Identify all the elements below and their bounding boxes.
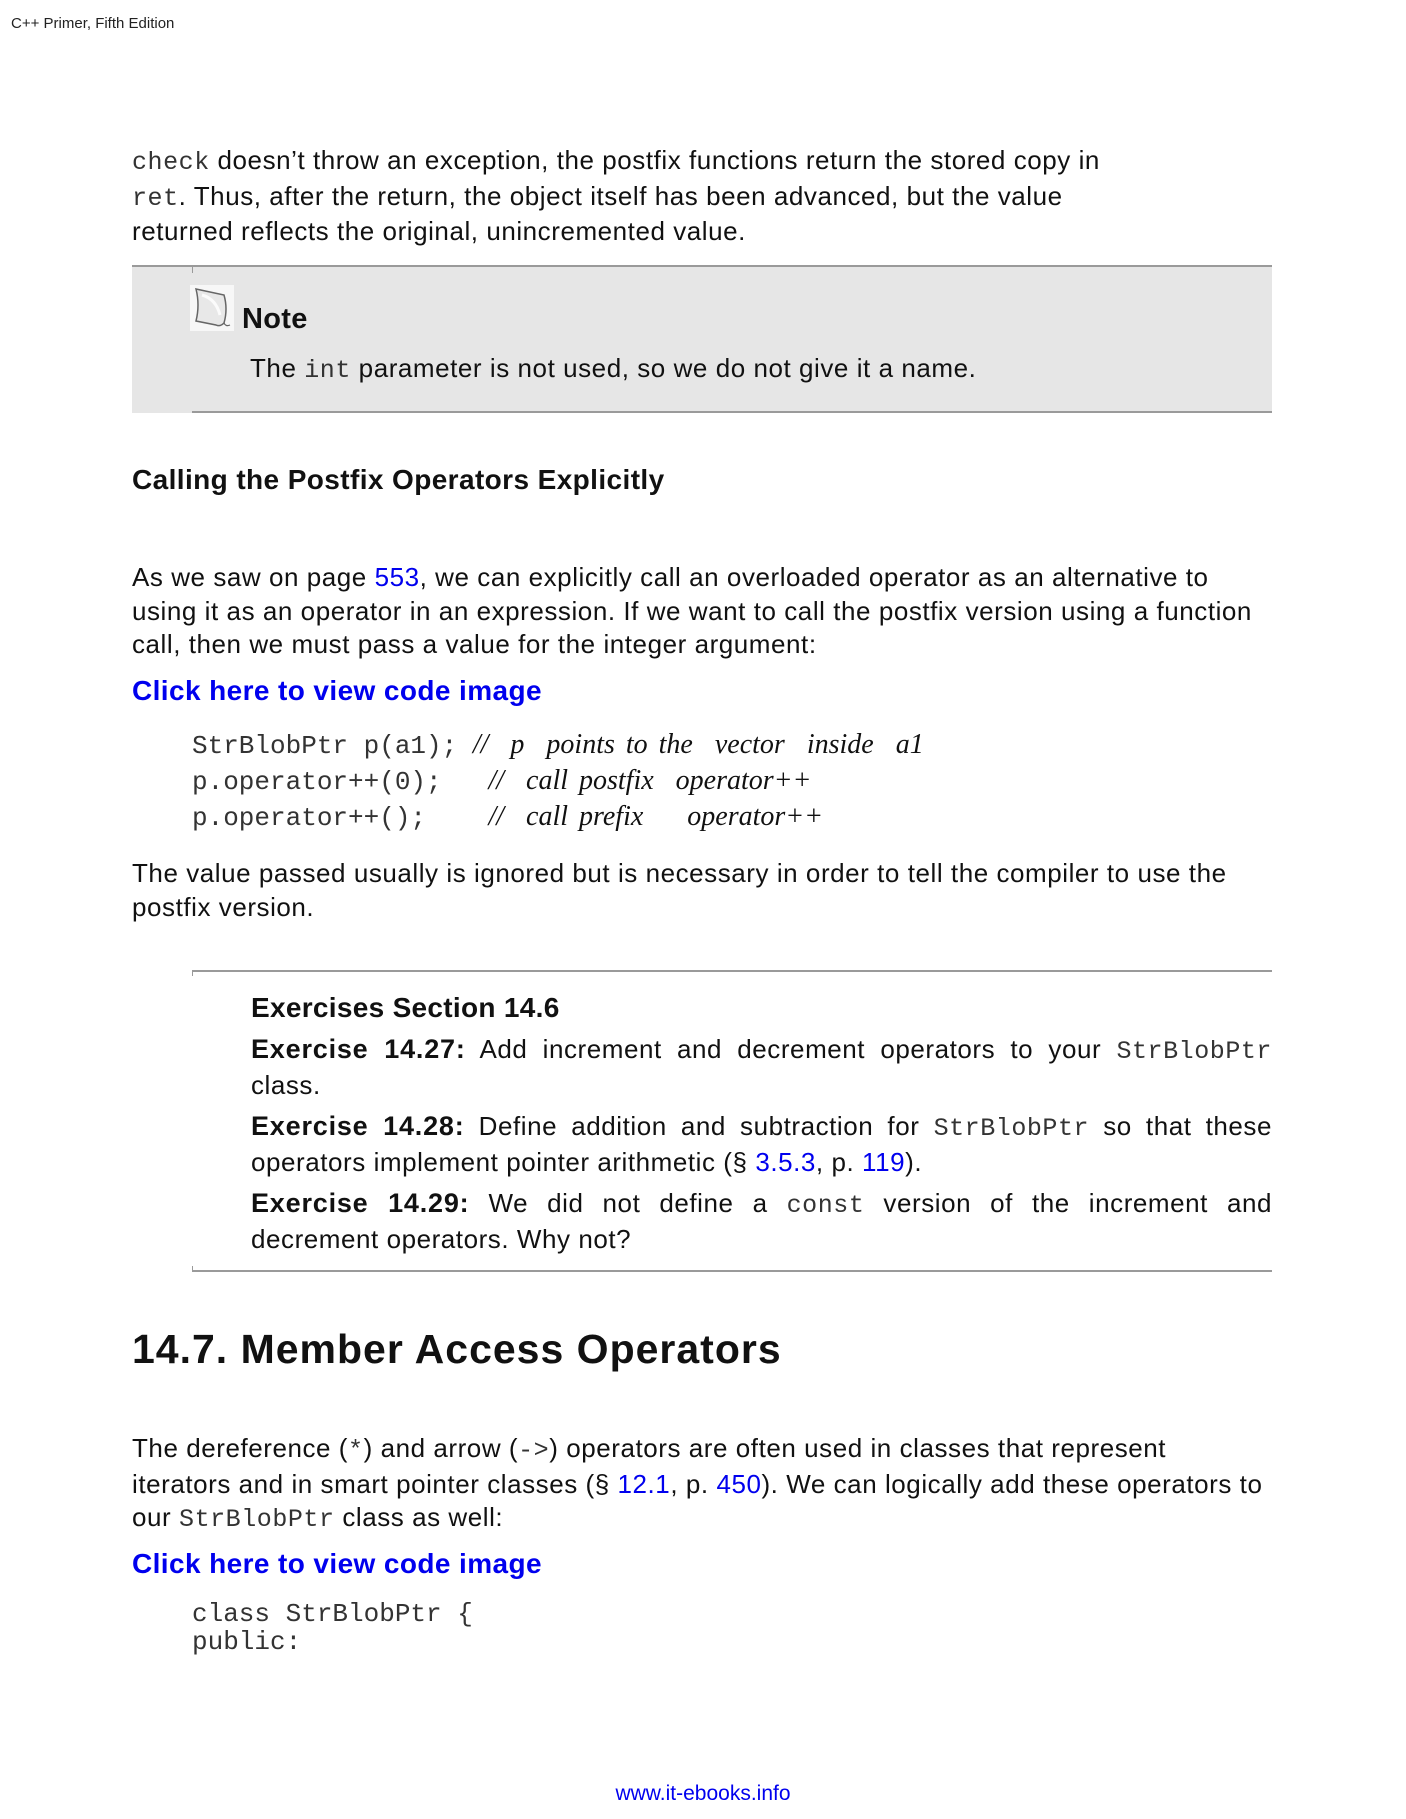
exercise-item: Exercise 14.28: Define addition and subt… — [251, 1110, 1272, 1179]
inline-code: -> — [518, 1436, 550, 1465]
view-code-image-link[interactable]: Click here to view code image — [132, 1548, 542, 1580]
footer-website-link[interactable]: www.it-ebooks.info — [0, 1782, 1406, 1806]
paragraph-value-ignored: The value passed usually is ignored but … — [132, 858, 1227, 922]
rule-tick — [192, 267, 193, 273]
text: class as well: — [334, 1502, 504, 1532]
exercise-item: Exercise 14.29: We did not define a cons… — [251, 1187, 1272, 1256]
code-line: p.operator++(0); // call postfix operato… — [192, 763, 924, 799]
text: We did not define a — [469, 1188, 787, 1218]
code-block-postfix-calls: StrBlobPtr p(a1); // p points to the vec… — [192, 727, 924, 835]
intro-paragraph: check doesn’t throw an exception, the po… — [132, 144, 1272, 249]
exercise-item: Exercise 14.27: Add increment and decrem… — [251, 1033, 1272, 1102]
page-link-450[interactable]: 450 — [716, 1469, 761, 1499]
inline-code: check — [132, 148, 210, 177]
inline-code: ret — [132, 183, 179, 213]
note-paper-icon — [190, 285, 234, 331]
text: Define addition and subtraction for — [464, 1111, 934, 1141]
view-code-image-link[interactable]: Click here to view code image — [132, 675, 542, 707]
rule-tick — [192, 1266, 193, 1272]
text: ) and arrow ( — [363, 1433, 519, 1463]
running-head: C++ Primer, Fifth Edition — [11, 15, 175, 32]
text: ). — [905, 1146, 923, 1177]
inline-code: StrBlobPtr — [1116, 1037, 1272, 1066]
code-comment: // call prefix operator++ — [488, 801, 824, 832]
note-box: Note The int parameter is not used, so w… — [132, 265, 1272, 413]
exercise-label: Exercise 14.28: — [251, 1111, 465, 1141]
exercise-label: Exercise 14.27: — [251, 1034, 466, 1064]
paragraph-member-access: The dereference (*) and arrow (->) opera… — [132, 1432, 1272, 1537]
rule — [192, 411, 1272, 413]
text: returned reflects the original, unincrem… — [132, 216, 746, 246]
code-line: class StrBlobPtr { — [192, 1599, 473, 1629]
inline-code: StrBlobPtr — [933, 1114, 1090, 1143]
page-link-119[interactable]: 119 — [862, 1147, 905, 1177]
code: StrBlobPtr p(a1); — [192, 731, 473, 761]
code: p.operator++(0); — [192, 767, 489, 797]
text: Add increment and decrement operators to… — [465, 1034, 1117, 1064]
section-link-3-5-3[interactable]: 3.5.3 — [755, 1147, 816, 1177]
note-text: The int parameter is not used, so we do … — [250, 353, 976, 385]
exercise-label: Exercise 14.29: — [251, 1188, 470, 1218]
section-heading: 14.7. Member Access Operators — [132, 1326, 782, 1372]
note-title: Note — [242, 303, 308, 335]
paragraph-explicit-call: As we saw on page 553, we can explicitly… — [132, 561, 1272, 662]
text: , p. — [670, 1468, 717, 1499]
code: p.operator++(); — [192, 803, 489, 833]
exercises-content: Exercises Section 14.6 Exercise 14.27: A… — [251, 992, 1272, 1264]
inline-code: * — [348, 1436, 364, 1465]
rule-tick — [192, 970, 193, 976]
text: As we saw on page — [132, 562, 375, 592]
inline-code: StrBlobPtr — [179, 1505, 335, 1534]
inline-code: int — [304, 356, 351, 385]
text: . Thus, after the return, the object its… — [178, 180, 1063, 211]
page-link-553[interactable]: 553 — [375, 562, 420, 592]
text: The dereference ( — [132, 1433, 349, 1463]
rule — [192, 1270, 1272, 1272]
code-comment: // p points to the vector inside a1 — [472, 729, 924, 760]
code-comment: // call postfix operator++ — [488, 765, 812, 796]
code-line: StrBlobPtr p(a1); // p points to the vec… — [192, 727, 924, 763]
code-block-class-def: class StrBlobPtr { public: — [192, 1600, 473, 1656]
text: The — [250, 353, 305, 383]
code-line: public: — [192, 1627, 302, 1657]
code-line: p.operator++(); // call prefix operator+… — [192, 799, 924, 835]
text: class. — [251, 1069, 321, 1100]
text: parameter is not used, so we do not give… — [350, 353, 977, 383]
subheading: Calling the Postfix Operators Explicitly — [132, 464, 665, 495]
text: , p. — [815, 1146, 862, 1177]
text: doesn’t throw an exception, the postfix … — [209, 145, 1100, 175]
exercises-box: Exercises Section 14.6 Exercise 14.27: A… — [192, 970, 1272, 1272]
rule — [192, 970, 1272, 972]
section-link-12-1[interactable]: 12.1 — [618, 1469, 671, 1499]
exercises-title: Exercises Section 14.6 — [251, 992, 560, 1023]
inline-code: const — [786, 1191, 865, 1220]
